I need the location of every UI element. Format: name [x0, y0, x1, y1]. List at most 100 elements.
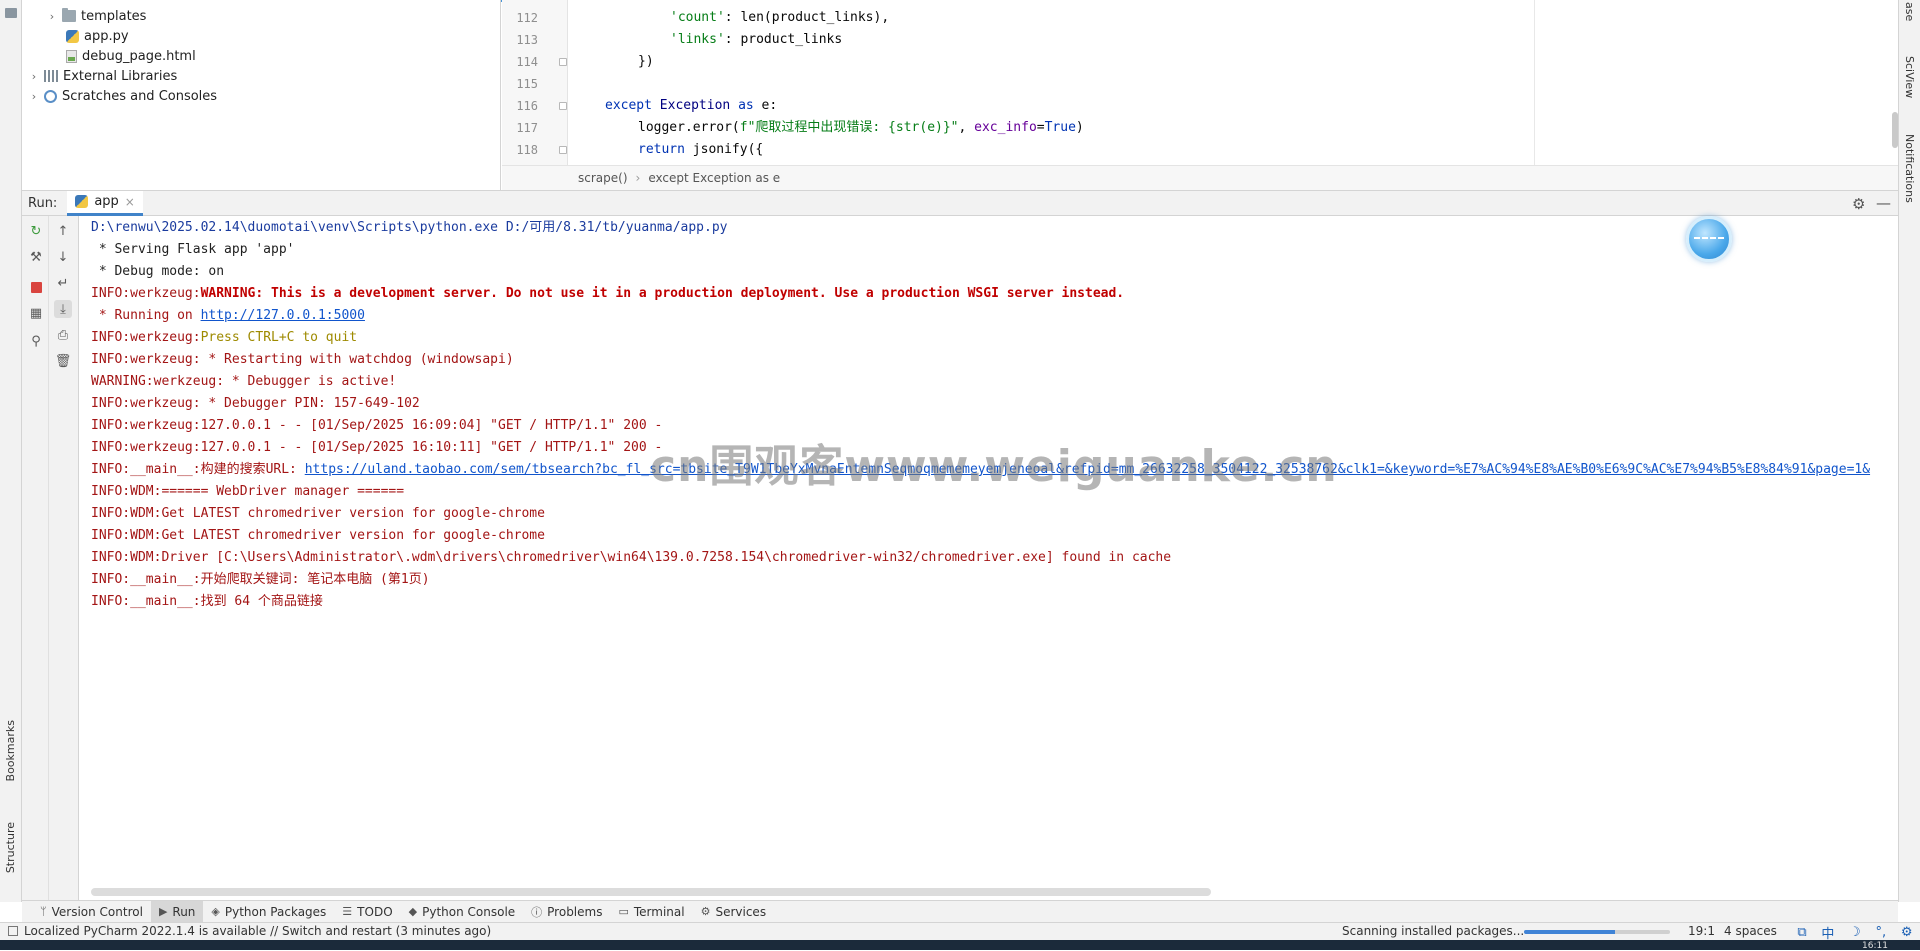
breadcrumb-item-scrape[interactable]: scrape()	[578, 171, 628, 185]
structure-tab[interactable]: Structure	[4, 822, 17, 873]
tab-run[interactable]: ▶ Run	[150, 900, 204, 923]
quit-hint-text: Press CTRL+C to quit	[200, 330, 358, 345]
console-horizontal-scrollbar[interactable]	[91, 888, 1211, 896]
html-file-icon	[66, 49, 77, 63]
tab-terminal[interactable]: ▭ Terminal	[610, 901, 692, 923]
code-token: =	[1036, 120, 1045, 135]
tab-python-packages[interactable]: ◈ Python Packages	[203, 901, 334, 923]
localhost-link[interactable]: http://127.0.0.1:5000	[201, 308, 365, 323]
close-icon[interactable]: ×	[125, 195, 135, 209]
breadcrumb-item-except[interactable]: except Exception as e	[648, 171, 780, 185]
tree-item-scratches[interactable]: › Scratches and Consoles	[28, 86, 217, 106]
ime-window-icon[interactable]: ⧉	[1797, 925, 1806, 940]
left-tool-strip: Bookmarks Structure	[0, 0, 22, 902]
database-tab[interactable]: ase	[1903, 2, 1916, 21]
bubble-dash	[1694, 237, 1724, 239]
status-scanning[interactable]: Scanning installed packages...	[1342, 924, 1524, 938]
log-prefix: * Running on	[91, 308, 201, 323]
rerun-icon[interactable]: ↻	[27, 222, 45, 240]
folder-icon	[62, 8, 76, 22]
sciview-tab[interactable]: SciView	[1903, 56, 1916, 98]
fold-marker-icon[interactable]	[559, 102, 567, 110]
trash-icon[interactable]: 🗑	[54, 352, 72, 370]
run-toolbar-secondary: ↑ ↓ ↵ ⤓ ⎙ 🗑	[49, 216, 79, 900]
bookmarks-tab[interactable]: Bookmarks	[4, 720, 17, 781]
tab-label: TODO	[357, 904, 393, 919]
project-tree: › templates app.py debug_page.html › Ext…	[22, 0, 501, 190]
run-tab-label: app	[94, 194, 119, 209]
chevron-right-icon[interactable]: ›	[28, 90, 40, 103]
code-token: )	[1075, 120, 1084, 135]
ime-toolbar: ⧉ 中 ☽ °, ⚙	[1790, 923, 1920, 942]
soft-wrap-icon[interactable]: ↵	[54, 274, 72, 292]
run-tab-app[interactable]: app ×	[67, 190, 143, 216]
wrench-icon[interactable]: ⚒	[27, 248, 45, 266]
console-line: INFO:__main__:开始爬取关键词: 笔记本电脑 (第1页)	[91, 572, 430, 587]
tree-item-debug-page[interactable]: debug_page.html	[66, 46, 196, 66]
code-editor[interactable]: 112 113 114 115 116 117 118 'count': len…	[502, 0, 1898, 165]
log-prefix: INFO:werkzeug:	[91, 286, 201, 301]
tab-todo[interactable]: ☰ TODO	[334, 901, 400, 923]
scroll-to-end-icon[interactable]: ⤓	[54, 300, 72, 318]
notifications-tab[interactable]: Notifications	[1903, 134, 1916, 203]
tree-item-label: Scratches and Consoles	[62, 88, 218, 104]
code-token: e:	[753, 98, 778, 113]
layout-toggle-icon[interactable]	[8, 926, 18, 936]
tree-item-external-libraries[interactable]: › External Libraries	[28, 66, 177, 86]
code-line-116: except Exception as e:	[605, 95, 777, 117]
os-taskbar	[0, 940, 1920, 950]
stop-icon[interactable]	[27, 278, 45, 296]
ime-lang[interactable]: 中	[1821, 923, 1834, 942]
console-line: INFO:WDM:Get LATEST chromedriver version…	[91, 528, 545, 543]
indent-setting[interactable]: 4 spaces	[1724, 924, 1777, 938]
tab-python-console[interactable]: ◆ Python Console	[401, 901, 524, 923]
services-icon: ⚙	[700, 905, 711, 918]
moon-icon[interactable]: ☽	[1849, 925, 1861, 940]
code-token: Exception	[651, 98, 739, 113]
console-line: INFO:werkzeug:WARNING: This is a develop…	[91, 283, 1124, 305]
gear-icon[interactable]: ⚙	[1901, 925, 1913, 940]
status-message[interactable]: Localized PyCharm 2022.1.4 is available …	[8, 924, 491, 938]
caret-position[interactable]: 19:1	[1688, 924, 1715, 938]
console-line: D:\renwu\2025.02.14\duomotai\venv\Script…	[91, 220, 728, 235]
arrow-down-icon[interactable]: ↓	[54, 248, 72, 266]
code-token: f"爬取过程中出现错误: {str(e)}"	[739, 120, 959, 135]
code-token: 'links'	[670, 32, 725, 47]
scan-progress-fill	[1524, 930, 1615, 934]
tree-item-app-py[interactable]: app.py	[66, 26, 129, 46]
breadcrumb: scrape() › except Exception as e	[502, 165, 1898, 190]
floating-assistant-bubble[interactable]	[1686, 216, 1732, 262]
fold-marker-icon[interactable]	[559, 58, 567, 66]
fold-marker-icon[interactable]	[559, 146, 567, 154]
run-label: Run:	[28, 195, 58, 211]
chevron-right-icon[interactable]: ›	[46, 10, 58, 23]
right-margin-guide	[1534, 0, 1535, 165]
status-message-text: Localized PyCharm 2022.1.4 is available …	[24, 924, 492, 938]
run-console-output[interactable]: D:\renwu\2025.02.14\duomotai\venv\Script…	[80, 216, 1898, 890]
line-number: 118	[516, 143, 538, 157]
line-gutter: 112 113 114 115 116 117 118	[502, 0, 568, 165]
console-line: * Running on http://127.0.0.1:5000	[91, 305, 365, 327]
chevron-right-icon[interactable]: ›	[28, 70, 40, 83]
status-bar: Localized PyCharm 2022.1.4 is available …	[0, 922, 1920, 942]
console-line: INFO:WDM:====== WebDriver manager ======	[91, 484, 405, 499]
tab-services[interactable]: ⚙ Services	[693, 901, 774, 923]
line-number: 114	[516, 55, 538, 69]
arrow-up-icon[interactable]: ↑	[54, 222, 72, 240]
layout-icon[interactable]: ▦	[27, 304, 45, 322]
info-icon: ⓘ	[531, 905, 543, 919]
tool-window-tabs: ᛘ Version Control ▶ Run ◈ Python Packages ☰…	[22, 900, 1898, 923]
code-line-117: logger.error(f"爬取过程中出现错误: {str(e)}", exc…	[638, 117, 1084, 139]
console-line: * Debug mode: on	[91, 264, 225, 279]
editor-scrollbar[interactable]	[1892, 112, 1898, 148]
tab-version-control[interactable]: ᛘ Version Control	[32, 901, 151, 923]
list-icon: ☰	[342, 905, 353, 918]
tree-item-templates[interactable]: › templates	[46, 6, 146, 26]
print-icon[interactable]: ⎙	[54, 326, 72, 344]
minimize-icon[interactable]: —	[1876, 194, 1891, 212]
punctuation-icon[interactable]: °,	[1876, 925, 1887, 940]
tab-problems[interactable]: ⓘ Problems	[523, 901, 610, 923]
project-folder-icon[interactable]	[5, 8, 17, 18]
gear-icon[interactable]: ⚙	[1852, 195, 1865, 213]
pin-icon[interactable]: ⚲	[27, 332, 45, 350]
